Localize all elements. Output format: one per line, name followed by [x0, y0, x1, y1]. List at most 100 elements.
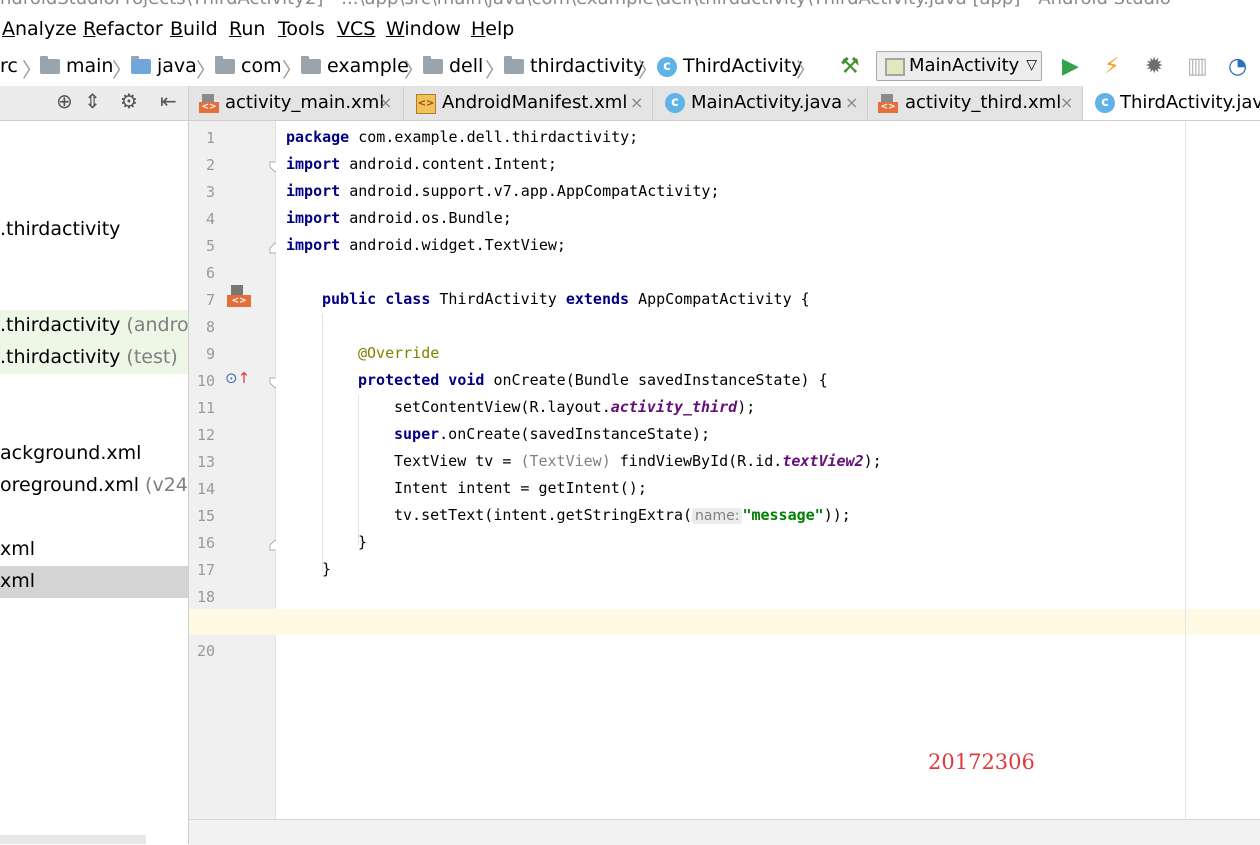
close-icon[interactable]: × — [1060, 93, 1073, 112]
tree-item-label: ackground.xml — [0, 442, 142, 464]
code-line[interactable]: setContentView(R.layout.activity_third); — [394, 398, 755, 416]
keyword: package — [286, 128, 350, 146]
code-text: android.widget.TextView; — [340, 236, 566, 254]
apply-changes-icon[interactable]: ⚡ — [1104, 54, 1119, 79]
code-text: findViewById(R.id. — [610, 452, 783, 470]
horizontal-scrollbar[interactable] — [0, 835, 146, 844]
breadcrumb-java[interactable]: java — [157, 55, 197, 77]
keyword: import — [286, 236, 341, 254]
breadcrumb-thirdactivity-class[interactable]: ThirdActivity — [683, 55, 803, 77]
line-number: 9 — [205, 345, 215, 363]
code-text: android.support.v7.app.AppCompatActivity… — [340, 182, 720, 200]
speedometer-icon[interactable]: ◔ — [1228, 54, 1247, 79]
close-icon[interactable]: × — [630, 93, 643, 112]
code-line[interactable]: } — [358, 533, 367, 551]
code-line[interactable]: import android.os.Bundle; — [286, 209, 512, 227]
close-icon[interactable]: × — [379, 93, 392, 112]
tab-label: AndroidManifest.xml — [442, 92, 628, 113]
menu-build[interactable]: Build — [170, 18, 218, 40]
hide-panel-icon[interactable]: ⇤ — [160, 89, 177, 113]
menu-bar: Analyze Refactor Build Run Tools VCS Win… — [0, 14, 1260, 46]
code-line[interactable]: protected void onCreate(Bundle savedInst… — [358, 371, 828, 389]
breadcrumb-thirdactivity[interactable]: thirdactivity — [530, 55, 644, 77]
run-configuration-dropdown[interactable]: MainActivity ▽ — [876, 51, 1042, 81]
code-line[interactable]: package com.example.dell.thirdactivity; — [286, 128, 638, 146]
tab-activity-main-xml[interactable]: <> activity_main.xml × — [189, 86, 404, 120]
hammer-icon[interactable]: ⚒ — [840, 54, 860, 79]
tree-item-hint: (v24) — [145, 474, 188, 496]
menu-vcs[interactable]: VCS — [337, 18, 375, 40]
tree-item[interactable]: .thirdactivity — [0, 214, 188, 246]
tree-item-name: oreground.xml — [0, 474, 140, 496]
tree-item[interactable]: oreground.xml (v24) — [0, 470, 188, 502]
tree-item-hint: (android — [126, 314, 188, 336]
keyword: import — [286, 209, 341, 227]
menu-window[interactable]: Window — [386, 18, 461, 40]
tree-item-label: .thirdactivity (android — [0, 314, 188, 336]
code-text: ); — [737, 398, 756, 416]
breadcrumb-example[interactable]: example — [327, 55, 409, 77]
navigation-bar: rc 〉 main 〉 java 〉 com 〉 example 〉 dell … — [0, 46, 1260, 87]
code-line[interactable]: import android.content.Intent; — [286, 155, 557, 173]
tree-item-selected[interactable]: xml — [0, 566, 188, 598]
package-icon — [423, 56, 443, 74]
tree-item[interactable]: .thirdactivity (android — [0, 310, 188, 342]
code-line[interactable]: Intent intent = getIntent(); — [394, 479, 647, 497]
menu-refactor[interactable]: Refactor — [83, 18, 163, 40]
code-text: .onCreate(savedInstanceState); — [439, 425, 711, 443]
tab-label: activity_third.xml — [905, 92, 1062, 113]
tree-item-label: xml — [0, 570, 36, 592]
code-line[interactable]: tv.setText(intent.getStringExtra(name: "m… — [394, 506, 851, 524]
line-number: 15 — [196, 507, 215, 525]
tab-android-manifest[interactable]: <> AndroidManifest.xml × — [404, 86, 653, 120]
horizontal-scrollbar[interactable] — [189, 819, 1260, 845]
code-line[interactable]: @Override — [358, 344, 439, 362]
annotation: @Override — [358, 344, 440, 362]
run-icon[interactable]: ▶ — [1062, 54, 1079, 79]
line-number: 6 — [205, 264, 215, 282]
menu-analyze[interactable]: Analyze — [2, 18, 77, 40]
close-icon[interactable]: × — [845, 93, 858, 112]
gear-icon[interactable]: ⚙ — [120, 89, 138, 113]
profile-icon[interactable]: ▥ — [1187, 54, 1208, 79]
code-line[interactable]: TextView tv = (TextView) findViewById(R.… — [394, 452, 882, 470]
field-reference: textView2 — [782, 452, 864, 470]
override-method-icon[interactable]: ⊙↑ — [225, 369, 250, 387]
xml-icon: <> — [878, 94, 898, 114]
tab-activity-third-xml[interactable]: <> activity_third.xml × — [868, 86, 1083, 120]
tab-third-activity-java[interactable]: c ThirdActivity.java — [1083, 86, 1260, 120]
breadcrumb-dell[interactable]: dell — [449, 55, 483, 77]
code-line[interactable]: } — [322, 560, 331, 578]
breadcrumb-com[interactable]: com — [241, 55, 282, 77]
code-text: android.content.Intent; — [340, 155, 557, 173]
debug-icon[interactable]: ✹ — [1145, 54, 1163, 79]
tree-item[interactable]: .thirdactivity (test) — [0, 342, 188, 374]
code-line[interactable]: super.onCreate(savedInstanceState); — [394, 425, 710, 443]
tree-item-label: xml — [0, 538, 36, 560]
run-configuration-label: MainActivity — [909, 55, 1020, 76]
chevron-right-icon: 〉 — [282, 58, 302, 82]
tree-item-hint: (test) — [120, 346, 178, 368]
menu-tools[interactable]: Tools — [278, 18, 325, 40]
menu-run[interactable]: Run — [229, 18, 265, 40]
code-text: tv.setText(intent.getStringExtra( — [394, 506, 693, 524]
line-number: 2 — [205, 156, 215, 174]
code-text: ThirdActivity — [430, 290, 566, 308]
breadcrumb-src[interactable]: rc — [0, 55, 18, 77]
line-number: 5 — [205, 237, 215, 255]
package-icon — [301, 56, 321, 74]
code-line[interactable]: import android.widget.TextView; — [286, 236, 566, 254]
code-line[interactable]: public class ThirdActivity extends AppCo… — [322, 290, 810, 308]
locate-icon[interactable]: ⊕ — [56, 89, 73, 113]
menu-help[interactable]: Help — [471, 18, 514, 40]
collapse-all-icon[interactable]: ⇕ — [84, 89, 101, 113]
tab-main-activity-java[interactable]: c MainActivity.java × — [653, 86, 868, 120]
tree-item[interactable]: ackground.xml — [0, 438, 188, 470]
tree-item[interactable]: xml — [0, 534, 188, 566]
keyword: public class — [322, 290, 431, 308]
line-number: 14 — [196, 480, 215, 498]
breadcrumb-main[interactable]: main — [66, 55, 113, 77]
code-line[interactable]: import android.support.v7.app.AppCompatA… — [286, 182, 719, 200]
layout-file-icon[interactable]: <> — [227, 285, 251, 311]
keyword: import — [286, 155, 341, 173]
